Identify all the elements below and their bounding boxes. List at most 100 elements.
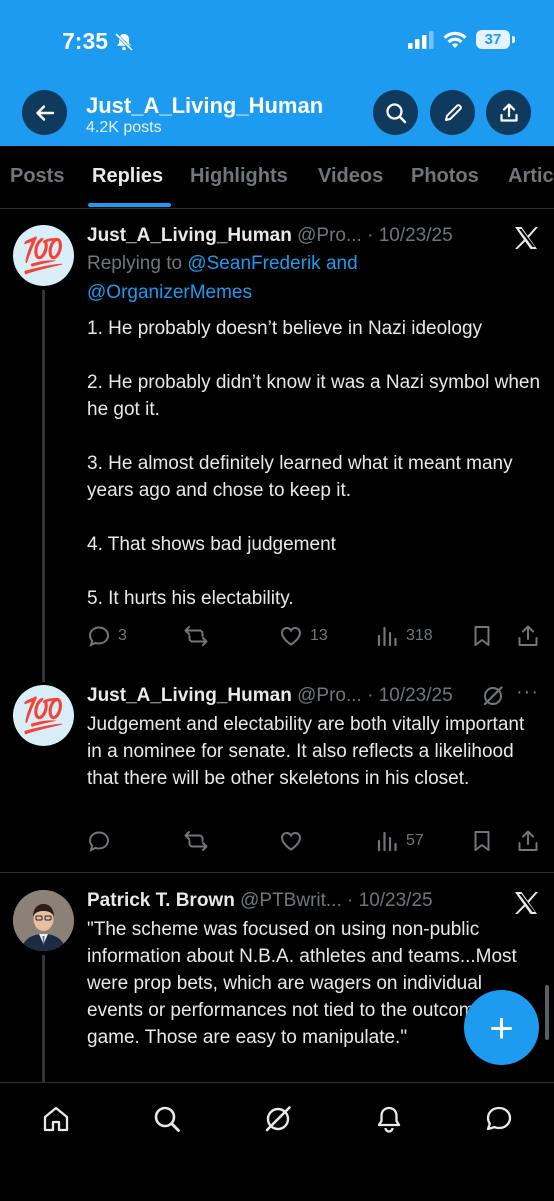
tab-highlights[interactable]: Highlights — [190, 165, 288, 188]
view-count: 57 — [406, 832, 424, 849]
bookmark-icon — [474, 831, 490, 851]
author-name[interactable]: Just_A_Living_Human — [87, 225, 292, 246]
profile-name: Just_A_Living_Human — [86, 93, 324, 118]
reply-button[interactable] — [87, 829, 118, 853]
share-icon — [499, 102, 518, 122]
mention-link[interactable]: @SeanFrederik — [187, 253, 320, 274]
avatar[interactable] — [13, 890, 74, 951]
share-tweet-button[interactable] — [516, 829, 540, 853]
clock-time: 7:35 — [62, 28, 109, 54]
plus-icon: + — [489, 1003, 514, 1051]
share-icon — [518, 625, 538, 646]
mention-link[interactable]: @OrganizerMemes — [87, 282, 252, 303]
search-icon — [385, 102, 406, 123]
tweet-actions: 57 — [87, 829, 542, 857]
profile-photo — [13, 890, 74, 951]
reply-icon — [88, 626, 110, 647]
bookmark-button[interactable] — [471, 829, 493, 853]
repost-icon — [184, 831, 208, 851]
tweet-actions: 3 13 318 — [87, 624, 542, 652]
tweet-paragraph: 1. He probably doesn’t believe in Nazi i… — [87, 318, 483, 339]
tweet-date[interactable]: · 10/23/25 — [367, 685, 453, 706]
tab-videos[interactable]: Videos — [318, 165, 383, 188]
compose-button[interactable]: + — [464, 990, 539, 1065]
grok-icon — [265, 1106, 291, 1132]
heart-icon — [280, 626, 302, 646]
scrollbar[interactable] — [545, 985, 549, 1040]
like-button[interactable] — [279, 829, 310, 853]
bookmark-button[interactable] — [471, 624, 493, 648]
author-handle[interactable]: @Pro... — [297, 225, 362, 246]
reply-icon — [88, 831, 110, 852]
messages-icon — [486, 1106, 512, 1131]
tweet-paragraph: 5. It hurts his electability. — [87, 588, 294, 609]
back-button[interactable] — [22, 90, 67, 135]
tab-replies[interactable]: Replies — [92, 165, 163, 188]
like-button[interactable]: 13 — [279, 624, 328, 648]
wifi-icon — [443, 31, 467, 48]
profile-header: 7:35 37 Just_A_Living_Human 4.2K posts — [0, 0, 554, 146]
status-indicators: 37 — [408, 30, 515, 49]
tweet-header: Just_A_Living_Human @Pro... · 10/23/25 — [87, 225, 453, 247]
replying-prefix: Replying to — [87, 253, 188, 274]
author-name[interactable]: Just_A_Living_Human — [87, 685, 292, 706]
status-time: 7:35 — [62, 28, 134, 55]
avatar[interactable]: 💯 — [13, 685, 74, 746]
share-button[interactable] — [486, 90, 531, 135]
home-icon — [43, 1106, 69, 1132]
bottom-navigation — [0, 1082, 554, 1201]
like-count: 13 — [310, 627, 328, 644]
reply-button[interactable]: 3 — [87, 624, 127, 648]
tweet-header: Patrick T. Brown @PTBwrit... · 10/23/25 — [87, 890, 433, 912]
tweet-paragraph: 2. He probably didn’t know it was a Nazi… — [87, 372, 541, 420]
nav-grok[interactable] — [260, 1101, 296, 1137]
repost-button[interactable] — [183, 829, 216, 853]
bookmark-icon — [474, 626, 490, 646]
reply-count: 3 — [118, 627, 127, 644]
more-options-button[interactable]: ··· — [516, 681, 539, 704]
tweet[interactable]: 💯 Just_A_Living_Human @Pro... · 10/23/25… — [0, 673, 554, 873]
pencil-icon — [444, 103, 462, 121]
hundred-points-emoji: 💯 — [22, 696, 65, 735]
bell-icon — [377, 1106, 401, 1133]
nav-messages[interactable] — [481, 1101, 517, 1137]
tweet-date[interactable]: · 10/23/25 — [347, 890, 433, 911]
share-icon — [518, 830, 538, 851]
author-name[interactable]: Patrick T. Brown — [87, 890, 235, 911]
tweet-paragraph: Judgement and electability are both vita… — [87, 714, 525, 789]
edit-button[interactable] — [430, 90, 475, 135]
replying-and: and — [320, 253, 358, 274]
bell-slash-icon — [114, 32, 134, 51]
tab-photos[interactable]: Photos — [411, 165, 479, 188]
view-count: 318 — [406, 627, 433, 644]
thread-line — [42, 955, 45, 1082]
tab-articles[interactable]: Artic — [508, 165, 554, 188]
views-button[interactable]: 57 — [375, 829, 424, 853]
back-arrow-icon — [35, 104, 54, 121]
repost-button[interactable] — [183, 624, 216, 648]
nav-notifications[interactable] — [371, 1101, 407, 1137]
nav-home[interactable] — [38, 1101, 74, 1137]
signal-icon — [408, 30, 434, 49]
share-tweet-button[interactable] — [516, 624, 540, 648]
search-icon — [154, 1106, 180, 1132]
search-button[interactable] — [373, 90, 418, 135]
avatar[interactable]: 💯 — [13, 225, 74, 286]
grok-icon[interactable] — [482, 685, 504, 712]
author-handle[interactable]: @PTBwrit... — [240, 890, 342, 911]
views-icon — [377, 831, 397, 852]
tweet[interactable]: Patrick T. Brown @PTBwrit... · 10/23/25 … — [0, 873, 554, 1082]
tweet-header: Just_A_Living_Human @Pro... · 10/23/25 — [87, 685, 453, 707]
profile-tabs: Posts Replies Highlights Videos Photos A… — [0, 146, 554, 209]
post-count: 4.2K posts — [86, 119, 162, 136]
tab-posts[interactable]: Posts — [10, 165, 64, 188]
author-handle[interactable]: @Pro... — [297, 685, 362, 706]
x-logo-icon[interactable] — [513, 225, 539, 256]
thread-line — [42, 290, 45, 682]
views-button[interactable]: 318 — [375, 624, 433, 648]
tweet-paragraph: 4. That shows bad judgement — [87, 534, 336, 555]
nav-search[interactable] — [149, 1101, 185, 1137]
hundred-points-emoji: 💯 — [22, 236, 65, 275]
tweet-date[interactable]: · 10/23/25 — [367, 225, 453, 246]
repost-icon — [184, 626, 208, 646]
